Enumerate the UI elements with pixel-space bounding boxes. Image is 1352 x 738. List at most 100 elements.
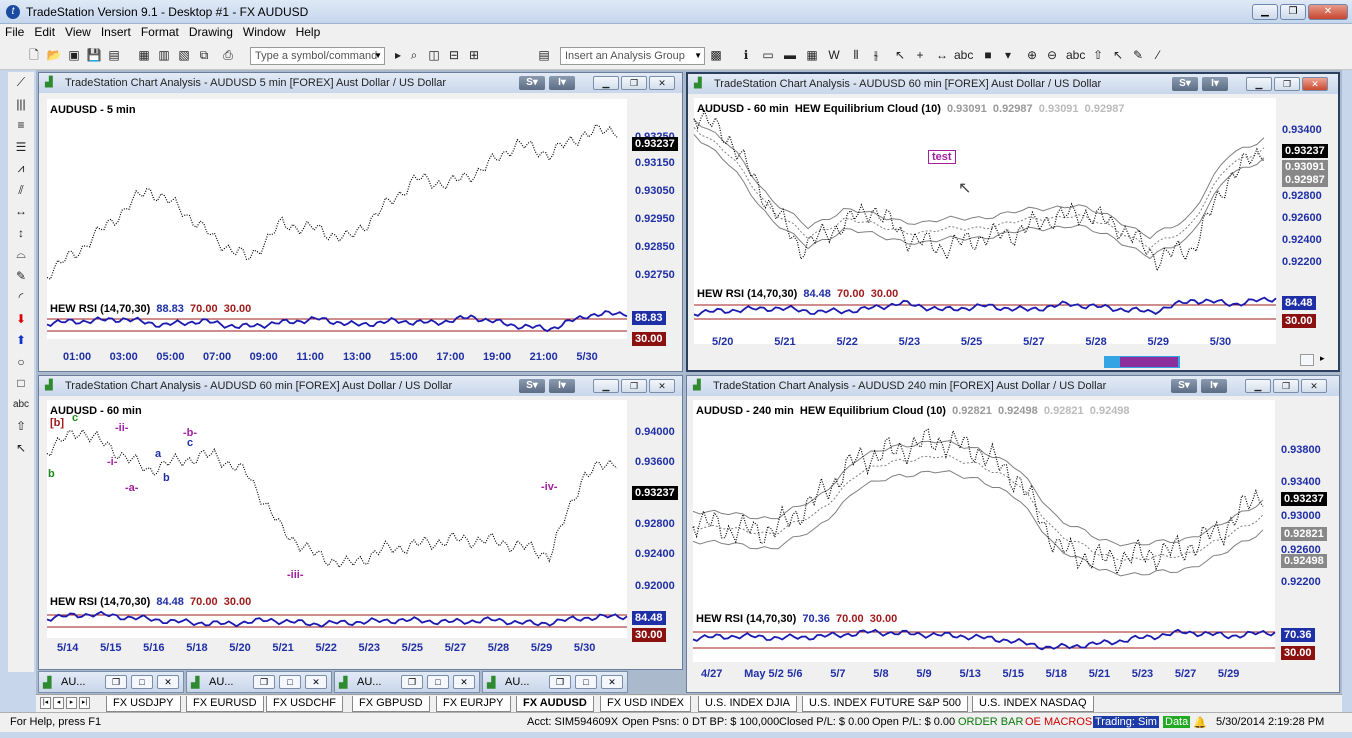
maximize-button[interactable]: □ (279, 675, 301, 689)
window-close-button[interactable]: ✕ (649, 76, 675, 90)
ellipse-icon[interactable]: ○ (8, 352, 34, 374)
chart-plot-area[interactable]: AUDUSD - 60 min [b] c b -ii- -i- -a- a b… (46, 400, 628, 638)
pointer-icon[interactable]: ↖ (892, 47, 908, 63)
chart-plot-area[interactable]: AUDUSD - 60 min HEW Equilibrium Cloud (1… (693, 98, 1277, 344)
trading-mode-badge[interactable]: Trading: Sim (1093, 716, 1159, 728)
styles-button[interactable]: S▾ (1171, 379, 1197, 393)
save-all-icon[interactable]: ▤ (106, 47, 122, 63)
close-button[interactable]: ✕ (601, 675, 623, 689)
copy-window-icon[interactable]: ⧉ (196, 47, 212, 63)
open-folder-icon[interactable]: 📂 (46, 47, 62, 63)
grid-icon[interactable]: ▦ (804, 47, 820, 63)
trendline-icon[interactable]: ⟋ (8, 72, 34, 94)
restore-button[interactable]: ❐ (401, 675, 423, 689)
window-minimize-button[interactable]: ▁ (1245, 379, 1271, 393)
minimize-button[interactable]: ▁ (1252, 4, 1278, 20)
indicators-button[interactable]: I▾ (1202, 77, 1228, 91)
vertical-arrow-icon[interactable]: ↕ (8, 223, 34, 245)
new-file-icon[interactable]: 🗋 (26, 47, 42, 63)
close-button[interactable]: ✕ (305, 675, 327, 689)
tab-next-icon[interactable]: ▸ (66, 697, 77, 709)
speed-lines-icon[interactable]: ⩘ (8, 158, 34, 180)
chart-window-title-bar[interactable]: ▟ TradeStation Chart Analysis - AUDUSD 5 … (39, 73, 682, 93)
select-icon[interactable]: ↖ (1110, 47, 1126, 63)
menu-file[interactable]: File (0, 24, 29, 40)
styles-button[interactable]: S▾ (1172, 77, 1198, 91)
tab-us-index-nasdaq[interactable]: U.S. INDEX NASDAQ (972, 696, 1094, 712)
symbol-input[interactable]: Type a symbol/command ▼ (250, 47, 385, 65)
save-icon[interactable]: 💾 (86, 47, 102, 63)
indicators-button[interactable]: I▾ (549, 379, 575, 393)
oe-macros-status[interactable]: OE MACROS (1025, 716, 1092, 728)
tab-fx-gbpusd[interactable]: FX GBPUSD (352, 696, 430, 712)
chevron-down-icon[interactable]: ▾ (1000, 47, 1016, 63)
indicators-button[interactable]: I▾ (1201, 379, 1227, 393)
up-arrow-icon[interactable]: ⬆ (8, 330, 34, 352)
chart-window-title-bar[interactable]: ▟ TradeStation Chart Analysis - AUDUSD 60… (39, 376, 682, 396)
maximize-button[interactable]: ❐ (1280, 4, 1306, 20)
window-maximize-button[interactable]: ❐ (621, 379, 647, 393)
curve-icon[interactable]: ◜ (8, 287, 34, 309)
crosshair-icon[interactable]: + (912, 47, 928, 63)
new-chart-icon[interactable]: ▦ (136, 47, 152, 63)
radar-icon[interactable]: ▥ (156, 47, 172, 63)
chart-window-240min[interactable]: ▟ TradeStation Chart Analysis - AUDUSD 24… (686, 375, 1340, 693)
window-close-button[interactable]: ✕ (649, 379, 675, 393)
chart-window-60min-waves[interactable]: ▟ TradeStation Chart Analysis - AUDUSD 60… (38, 375, 683, 670)
arrow-up-outline-icon[interactable]: ⇧ (8, 416, 34, 438)
gann-icon[interactable]: ⫽ (8, 180, 34, 202)
tab-first-icon[interactable]: |◂ (40, 697, 51, 709)
color-icon[interactable]: ■ (980, 47, 996, 63)
tile-grid-icon[interactable]: ⊞ (466, 47, 482, 63)
window-maximize-button[interactable]: ❐ (621, 76, 647, 90)
bar-chart-icon[interactable]: ▬ (782, 47, 798, 63)
chart-window-60min-cloud[interactable]: ▟ TradeStation Chart Analysis - AUDUSD 60… (686, 72, 1340, 372)
arrow-up-icon[interactable]: ⇧ (1090, 47, 1106, 63)
window-close-button[interactable]: ✕ (1302, 77, 1328, 91)
tab-fx-usd-index[interactable]: FX USD INDEX (600, 696, 692, 712)
analysis-icon[interactable]: ▤ (536, 47, 552, 63)
close-button[interactable]: ✕ (1308, 4, 1348, 20)
fib-icon[interactable]: ☰ (8, 137, 34, 159)
tab-us-index-djia[interactable]: U.S. INDEX DJIA (698, 696, 797, 712)
window-close-button[interactable]: ✕ (1301, 379, 1327, 393)
maximize-button[interactable]: □ (131, 675, 153, 689)
scroll-right-icon[interactable]: ▸ (1320, 353, 1325, 364)
vertical-lines-icon[interactable]: ||| (8, 94, 34, 116)
play-icon[interactable]: ▸ (390, 47, 406, 63)
tab-us-index-sp500[interactable]: U.S. INDEX FUTURE S&P 500 (802, 696, 969, 712)
restore-button[interactable]: ❐ (105, 675, 127, 689)
tab-fx-eurusd[interactable]: FX EURUSD (186, 696, 264, 712)
chart-window-title-bar[interactable]: ▟ TradeStation Chart Analysis - AUDUSD 24… (687, 376, 1339, 396)
order-bar-status[interactable]: ORDER BAR (958, 716, 1023, 728)
arc-icon[interactable]: ⌓ (8, 244, 34, 266)
minimized-window[interactable]: ▟ AU... ❐ □ ✕ (38, 671, 184, 693)
window-maximize-button[interactable]: ❐ (1273, 379, 1299, 393)
chart-plot-area[interactable]: AUDUSD - 5 min HEW RSI (14,70,30) 88.83 … (46, 99, 628, 339)
chart-window-title-bar[interactable]: ▟ TradeStation Chart Analysis - AUDUSD 60… (688, 74, 1338, 94)
date-line-icon[interactable]: ↔ (934, 47, 950, 63)
symbol-lookup-icon[interactable]: ⌕ (406, 47, 422, 63)
text-tool-icon[interactable]: abc (8, 395, 34, 417)
maximize-button[interactable]: □ (427, 675, 449, 689)
scrollbar-thumb[interactable] (1104, 356, 1180, 368)
chart-plot-area[interactable]: AUDUSD - 240 min HEW Equilibrium Cloud (… (692, 400, 1276, 662)
menu-window[interactable]: Window (238, 24, 291, 40)
pencil-icon[interactable]: ✎ (8, 266, 34, 288)
horizontal-lines-icon[interactable]: ≡ (8, 115, 34, 137)
indicator-icon[interactable]: ℹ (738, 47, 754, 63)
close-button[interactable]: ✕ (453, 675, 475, 689)
tile-vertical-icon[interactable]: ◫ (426, 47, 442, 63)
restore-button[interactable]: ❐ (253, 675, 275, 689)
menu-view[interactable]: View (60, 24, 96, 40)
text-annotation[interactable]: test (928, 150, 956, 164)
tab-prev-icon[interactable]: ◂ (53, 697, 64, 709)
down-arrow-icon[interactable]: ⬇ (8, 309, 34, 331)
pencil-icon[interactable]: ✎ (1130, 47, 1146, 63)
menu-edit[interactable]: Edit (29, 24, 60, 40)
chart-window-5min[interactable]: ▟ TradeStation Chart Analysis - AUDUSD 5 … (38, 72, 683, 372)
chevron-down-icon[interactable]: ▼ (694, 48, 702, 64)
restore-button[interactable]: ❐ (549, 675, 571, 689)
w-icon[interactable]: W (826, 47, 842, 63)
tab-fx-eurjpy[interactable]: FX EURJPY (436, 696, 511, 712)
